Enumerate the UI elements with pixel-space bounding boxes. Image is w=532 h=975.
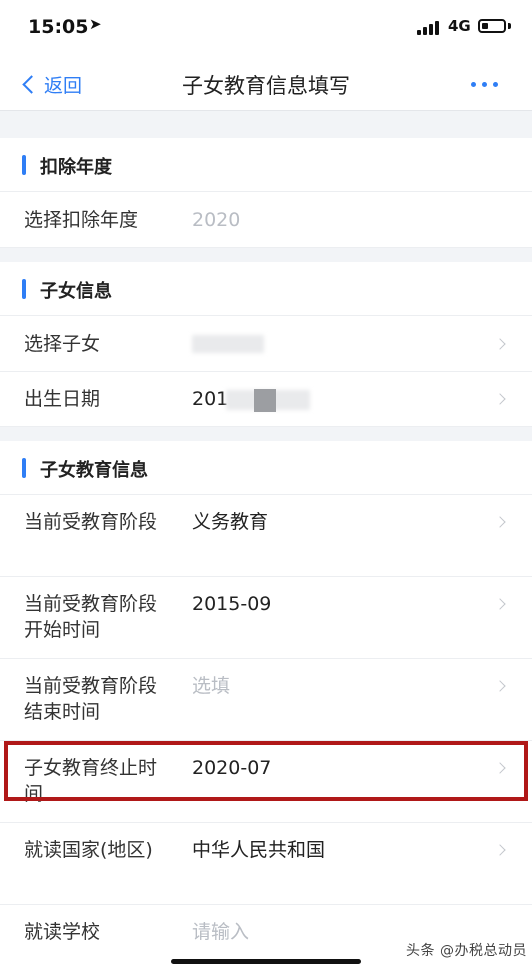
- section-accent-bar: [22, 155, 26, 175]
- section-accent-bar: [22, 279, 26, 299]
- section-title: 子女信息: [40, 281, 112, 302]
- row-birth-date[interactable]: 出生日期 201: [0, 372, 532, 427]
- chevron-right-icon: [494, 516, 506, 528]
- row-label: 就读国家(地区): [24, 839, 153, 861]
- page-title: 子女教育信息填写: [182, 74, 350, 98]
- chevron-right-icon: [494, 393, 506, 405]
- section-header-child-info: 子女信息: [0, 262, 532, 316]
- row-education-stage[interactable]: 当前受教育阶段 义务教育: [0, 495, 532, 577]
- network-type: 4G: [448, 17, 471, 35]
- row-label: 当前受教育阶段: [24, 511, 158, 533]
- chevron-right-icon: [494, 844, 506, 856]
- signal-icon: [417, 21, 441, 35]
- section-accent-bar: [22, 458, 26, 478]
- section-header-education-info: 子女教育信息: [0, 441, 532, 495]
- section-header-deduction-year: 扣除年度: [0, 138, 532, 192]
- row-label: 选择子女: [24, 333, 101, 355]
- chevron-right-icon: [494, 680, 506, 692]
- section-title: 子女教育信息: [40, 460, 148, 481]
- status-bar: 15:05 ➤ 4G: [0, 0, 532, 56]
- home-indicator: [171, 959, 361, 964]
- row-label: 就读学校: [24, 921, 101, 943]
- year-value: 2020: [192, 209, 241, 231]
- chevron-right-icon: [494, 338, 506, 350]
- row-study-country[interactable]: 就读国家(地区) 中华人民共和国: [0, 823, 532, 905]
- more-options-button[interactable]: [470, 82, 500, 90]
- redacted-child-name: [192, 335, 264, 353]
- chevron-right-icon: [494, 598, 506, 610]
- section-title: 扣除年度: [40, 157, 112, 178]
- row-select-child[interactable]: 选择子女: [0, 316, 532, 372]
- row-label: 当前受教育阶段开始时间: [24, 593, 158, 641]
- status-time: 15:05: [28, 16, 89, 38]
- row-label: 当前受教育阶段结束时间: [24, 675, 158, 723]
- stage-end-placeholder: 选填: [192, 675, 231, 697]
- redacted-birth-date-block: [254, 389, 276, 412]
- row-deduction-year[interactable]: 选择扣除年度 2020: [0, 192, 532, 248]
- stage-start-value: 2015-09: [192, 593, 272, 615]
- battery-tip: [508, 23, 511, 29]
- school-input-placeholder: 请输入: [192, 921, 250, 943]
- highlight-box: [4, 741, 528, 801]
- watermark: 头条 @办税总动员: [406, 943, 527, 959]
- row-label: 出生日期: [24, 388, 101, 410]
- row-stage-start-time[interactable]: 当前受教育阶段开始时间 2015-09: [0, 577, 532, 659]
- country-value: 中华人民共和国: [192, 839, 326, 861]
- birth-date-value: 201: [192, 388, 229, 410]
- education-stage-value: 义务教育: [192, 511, 269, 533]
- location-arrow-icon: ➤: [89, 15, 102, 33]
- nav-bar: 返回 子女教育信息填写: [0, 56, 532, 111]
- row-stage-end-time[interactable]: 当前受教育阶段结束时间 选填: [0, 659, 532, 741]
- battery-icon: [478, 19, 506, 33]
